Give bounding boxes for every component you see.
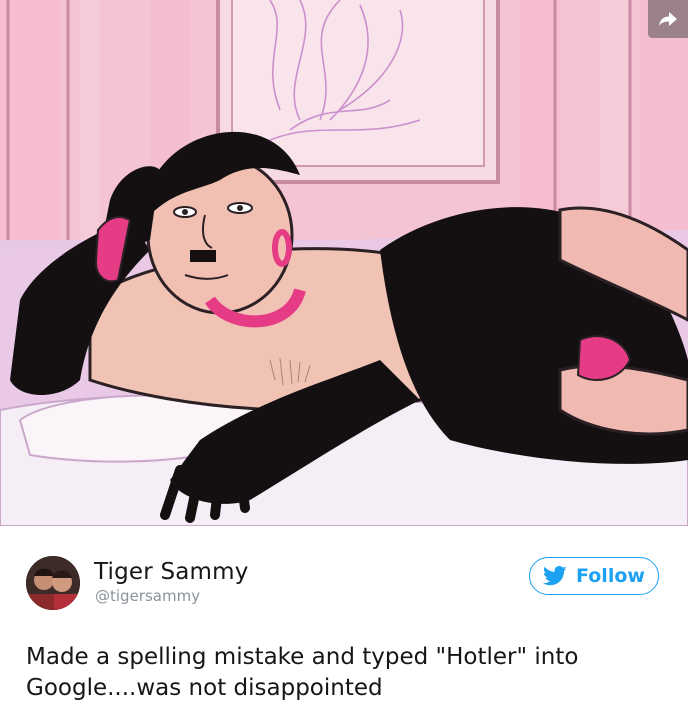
- avatar[interactable]: [26, 556, 80, 610]
- tweet-media-image[interactable]: [0, 0, 688, 526]
- illustration-image: [0, 0, 688, 526]
- follow-label: Follow: [576, 565, 645, 587]
- share-arrow-icon: [659, 12, 677, 26]
- tweet-card: Tiger Sammy @tigersammy Follow Made a sp…: [0, 526, 688, 707]
- avatar-image: [26, 556, 80, 610]
- follow-button[interactable]: Follow: [529, 557, 659, 595]
- share-button[interactable]: [648, 0, 688, 38]
- author-handle[interactable]: @tigersammy: [95, 587, 200, 605]
- twitter-bird-icon: [543, 566, 567, 586]
- author-name[interactable]: Tiger Sammy: [94, 559, 249, 585]
- tweet-text: Made a spelling mistake and typed "Hotle…: [26, 644, 579, 701]
